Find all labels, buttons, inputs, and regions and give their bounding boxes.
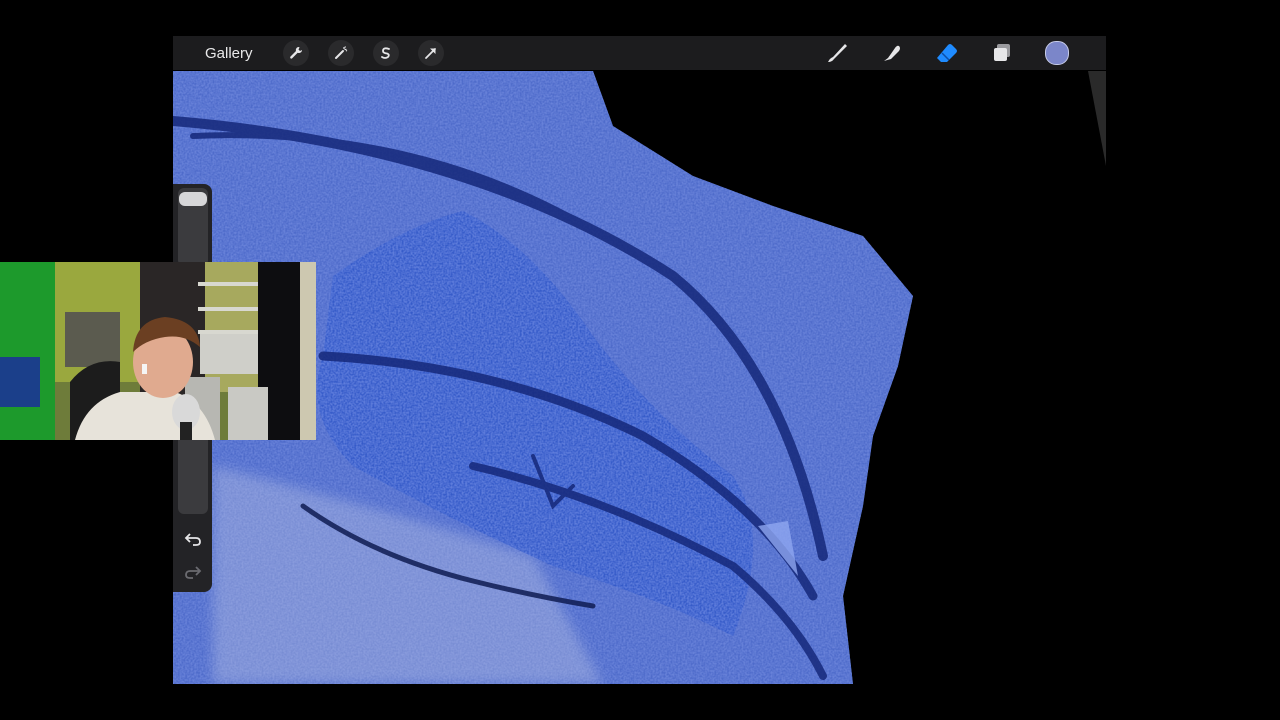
top-toolbar: Gallery (173, 36, 1106, 70)
smudge-icon[interactable] (877, 38, 907, 68)
color-swatch[interactable] (1042, 38, 1072, 68)
webcam-overlay (0, 262, 316, 440)
eraser-icon[interactable] (932, 38, 962, 68)
brush-size-slider[interactable] (178, 188, 208, 266)
wrench-icon[interactable] (282, 40, 309, 66)
transform-arrow-icon[interactable] (417, 40, 444, 66)
brush-icon[interactable] (822, 38, 852, 68)
redo-icon[interactable] (182, 562, 204, 582)
magic-wand-icon[interactable] (327, 40, 354, 66)
selection-s-icon[interactable] (372, 40, 399, 66)
brush-size-handle[interactable] (179, 192, 207, 206)
current-color-icon (1045, 41, 1069, 65)
undo-icon[interactable] (182, 529, 204, 549)
webcam-feed-image (0, 262, 316, 440)
layers-icon[interactable] (987, 38, 1017, 68)
gallery-button[interactable]: Gallery (205, 45, 253, 62)
